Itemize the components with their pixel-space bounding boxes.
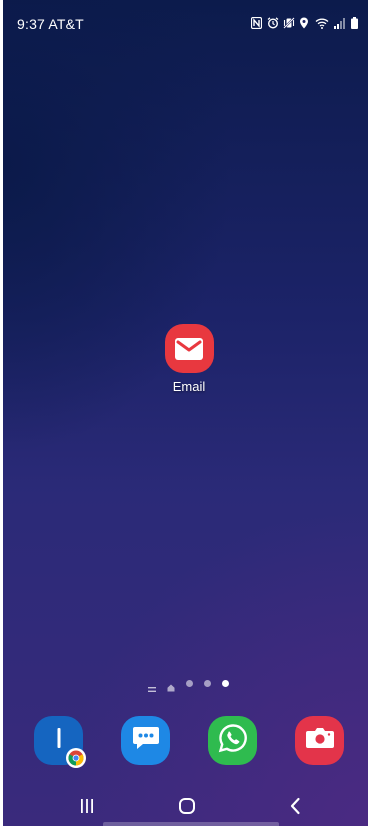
- whatsapp-app[interactable]: [208, 716, 257, 765]
- location-icon: [299, 17, 310, 29]
- battery-icon: [351, 17, 358, 29]
- nfc-icon: [251, 17, 262, 29]
- recents-icon: [79, 798, 95, 819]
- email-icon: [164, 324, 214, 373]
- navigation-bar: [3, 790, 368, 826]
- status-bar: 9:37 AT&T: [3, 0, 368, 44]
- whatsapp-icon: [218, 723, 248, 758]
- internet-icon: [54, 726, 64, 755]
- home-button[interactable]: [177, 797, 197, 820]
- recents-button[interactable]: [77, 798, 97, 818]
- app-label: Email: [172, 379, 206, 394]
- camera-icon: [305, 726, 335, 755]
- home-page-icon: [167, 679, 175, 692]
- back-button[interactable]: [285, 797, 305, 820]
- status-icons: [251, 17, 358, 29]
- page-dot: [204, 679, 211, 687]
- status-time-carrier: 9:37 AT&T: [17, 16, 84, 32]
- vibrate-mute-icon: [283, 17, 295, 29]
- back-icon: [289, 797, 301, 820]
- home-icon: [178, 797, 196, 820]
- alarm-icon: [267, 17, 279, 29]
- dock: [3, 716, 368, 768]
- gesture-handle: [103, 822, 279, 826]
- signal-icon: [334, 17, 346, 29]
- app-email[interactable]: Email: [156, 324, 222, 394]
- page-indicator[interactable]: [148, 679, 229, 692]
- camera-app[interactable]: [295, 716, 344, 765]
- page-dot: [186, 679, 193, 687]
- home-screen: 9:37 AT&T Email: [3, 0, 368, 826]
- messages-app[interactable]: [121, 716, 170, 765]
- chrome-icon: [66, 748, 86, 768]
- wifi-icon: [315, 17, 329, 29]
- messages-icon: [132, 725, 160, 756]
- page-dot-active: [222, 679, 229, 687]
- internet-app[interactable]: [34, 716, 86, 768]
- menu-lines-icon: [148, 680, 156, 692]
